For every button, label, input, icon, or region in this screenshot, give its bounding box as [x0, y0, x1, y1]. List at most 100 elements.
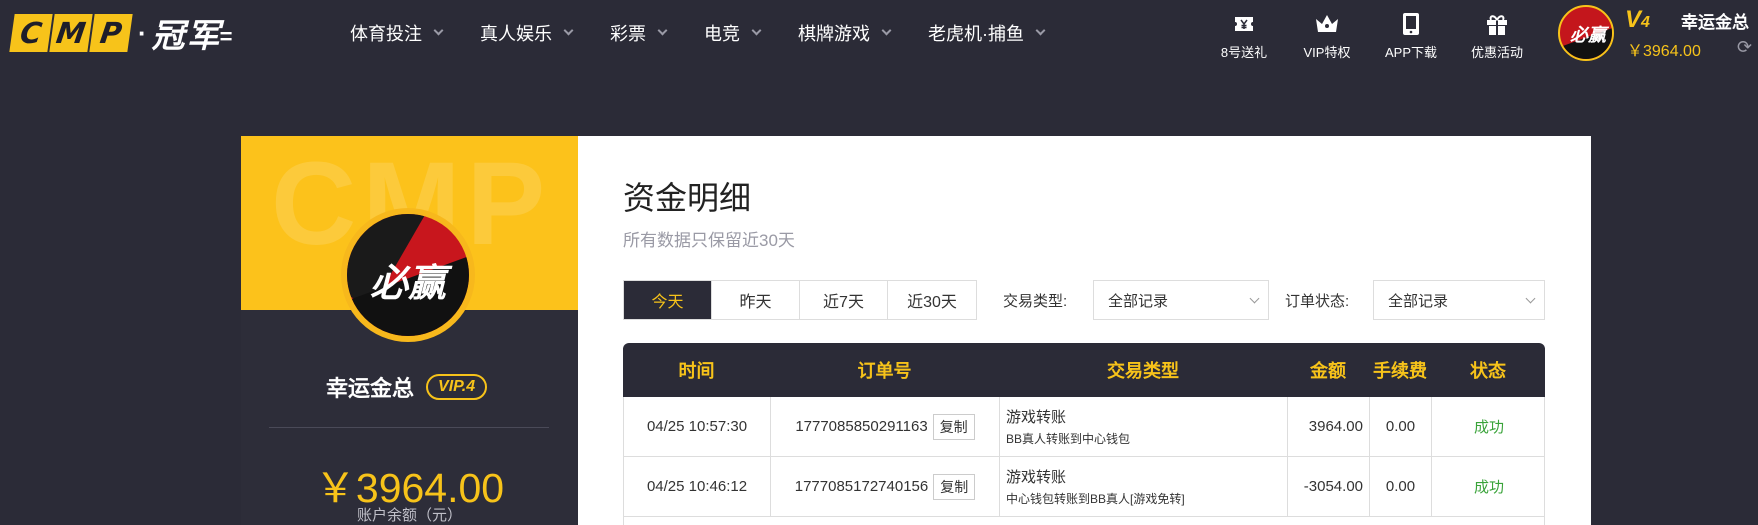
nav-label: 电竞	[704, 24, 740, 44]
phone-icon	[1366, 10, 1456, 38]
order-status-select[interactable]: 全部记录	[1373, 280, 1545, 320]
order-no-text: 1777085850291163	[795, 418, 928, 435]
quick-link-label: VIP特权	[1303, 45, 1351, 60]
trade-type-value: 全部记录	[1108, 292, 1169, 310]
col-amount: 金额	[1310, 361, 1346, 381]
cell-amount: -3054.00	[1288, 457, 1370, 516]
chevron-down-icon	[433, 25, 444, 36]
nav-esports[interactable]: 电竞	[704, 20, 762, 46]
cell-time: 04/25 10:46:12	[624, 457, 771, 516]
chevron-down-icon	[657, 25, 668, 36]
col-time: 时间	[678, 361, 715, 381]
date-range-tabs: 今天 昨天 近7天 近30天	[623, 280, 977, 320]
nav-slots-fishing[interactable]: 老虎机·捕鱼	[928, 20, 1046, 46]
crown-icon	[1282, 10, 1372, 38]
vip-level-badge: V4	[1625, 6, 1650, 34]
logo-letters: C M P	[9, 14, 133, 52]
logo-text: 冠军	[151, 16, 222, 55]
logo-letter-c: C	[9, 14, 53, 52]
avatar-text: 必赢	[1570, 25, 1606, 45]
balance-label: 账户余额（元）	[356, 507, 462, 524]
ticket-icon	[1199, 10, 1289, 38]
col-fee: 手续费	[1373, 361, 1427, 381]
avatar-inner: 必赢	[347, 214, 469, 336]
cell-fee: 0.00	[1370, 457, 1432, 516]
quick-link-vip[interactable]: VIP特权	[1282, 10, 1372, 61]
tab-last-30-days[interactable]: 近30天	[888, 281, 976, 319]
trade-type-label: 交易类型:	[1003, 292, 1068, 310]
cell-order-no: 1777085850291163 复制	[771, 397, 1000, 456]
trade-type-detail: BB真人转账到中心钱包	[1006, 432, 1131, 446]
quick-link-label: APP下载	[1384, 45, 1437, 60]
quick-link-label: 8号送礼	[1220, 45, 1268, 60]
top-header: C M P · 冠军 = 体育投注 真人娱乐 彩票 电竞 棋牌游戏 老虎机·捕鱼…	[0, 0, 1758, 66]
tab-today[interactable]: 今天	[624, 281, 712, 319]
gift-icon	[1452, 10, 1542, 38]
order-no-text: 1777085172740156	[794, 478, 929, 495]
profile-name: 幸运金总	[326, 376, 415, 401]
main-nav: 体育投注 真人娱乐 彩票 电竞 棋牌游戏 老虎机·捕鱼	[350, 0, 1082, 66]
chevron-down-icon	[1035, 25, 1046, 36]
tab-yesterday[interactable]: 昨天	[712, 281, 800, 319]
cell-trade-type: 游戏转账 BB真人转账到中心钱包	[1000, 397, 1288, 456]
quick-link-app[interactable]: APP下载	[1366, 10, 1456, 61]
nav-label: 真人娱乐	[480, 24, 552, 44]
nav-label: 棋牌游戏	[798, 24, 870, 44]
quick-link-gift8[interactable]: 8号送礼	[1199, 10, 1289, 61]
order-status-value: 全部记录	[1388, 292, 1449, 310]
profile-name-row: 幸运金总 VIP.4	[326, 371, 488, 403]
chevron-down-icon	[881, 25, 892, 36]
col-order-no: 订单号	[857, 361, 912, 381]
profile-card: CMP 必赢 幸运金总 VIP.4 ￥3964.00 账户余额（元）	[241, 136, 578, 525]
refresh-icon[interactable]: ⟳	[1737, 37, 1752, 58]
vip-level-letter: V	[1625, 6, 1642, 33]
status-badge: 成功	[1473, 419, 1504, 436]
vip-level-number: 4	[1641, 14, 1650, 31]
nav-label: 体育投注	[350, 24, 422, 44]
site-logo[interactable]: C M P · 冠军 =	[9, 14, 233, 55]
trade-type-detail: 中心钱包转账到BB真人[游戏免转]	[1006, 492, 1185, 506]
status-badge: 成功	[1473, 479, 1504, 496]
chevron-down-icon	[1525, 293, 1536, 304]
cell-order-no: 1777085172740156 复制	[771, 457, 1000, 516]
cell-time: 04/25 10:57:30	[624, 397, 771, 456]
col-status: 状态	[1470, 361, 1506, 381]
tab-last-7-days[interactable]: 近7天	[800, 281, 888, 319]
quick-link-promos[interactable]: 优惠活动	[1452, 10, 1542, 61]
page-title: 资金明细	[623, 180, 752, 216]
vip-badge: VIP.4	[426, 374, 488, 400]
page-subtitle: 所有数据只保留近30天	[623, 231, 795, 250]
divider	[269, 427, 549, 428]
nav-card-games[interactable]: 棋牌游戏	[798, 20, 892, 46]
table-row	[623, 517, 1545, 525]
logo-dot: ·	[138, 17, 147, 48]
table-row: 04/25 10:46:12 1777085172740156 复制 游戏转账 …	[623, 457, 1545, 517]
profile-avatar: 必赢	[341, 208, 475, 342]
table-header: 时间 订单号 交易类型 金额 手续费 状态	[623, 343, 1545, 397]
nav-live-casino[interactable]: 真人娱乐	[480, 20, 574, 46]
cell-trade-type: 游戏转账 中心钱包转账到BB真人[游戏免转]	[1000, 457, 1288, 516]
chevron-down-icon	[751, 25, 762, 36]
order-status-label: 订单状态:	[1285, 292, 1350, 310]
trade-type-main: 游戏转账	[1006, 409, 1067, 426]
header-balance: ￥3964.00	[1627, 43, 1701, 60]
nav-label: 老虎机·捕鱼	[928, 24, 1024, 44]
header-username: 幸运金总	[1681, 13, 1749, 32]
table-row: 04/25 10:57:30 1777085850291163 复制 游戏转账 …	[623, 397, 1545, 457]
copy-button[interactable]: 复制	[932, 413, 975, 440]
nav-label: 彩票	[610, 24, 646, 44]
user-avatar[interactable]: 必赢	[1558, 5, 1614, 61]
chevron-down-icon	[563, 25, 574, 36]
chevron-down-icon	[1249, 293, 1260, 304]
fund-details-panel: 资金明细 所有数据只保留近30天 今天 昨天 近7天 近30天 交易类型: 全部…	[578, 136, 1591, 525]
logo-letter-m: M	[49, 14, 93, 52]
nav-sports[interactable]: 体育投注	[350, 20, 444, 46]
logo-letter-p: P	[89, 14, 133, 52]
copy-button[interactable]: 复制	[933, 473, 976, 500]
trade-type-select[interactable]: 全部记录	[1093, 280, 1269, 320]
cell-amount: 3964.00	[1288, 397, 1370, 456]
logo-dash: =	[219, 24, 233, 49]
nav-lottery[interactable]: 彩票	[610, 20, 668, 46]
trade-type-main: 游戏转账	[1006, 469, 1067, 486]
avatar-text: 必赢	[369, 263, 446, 305]
